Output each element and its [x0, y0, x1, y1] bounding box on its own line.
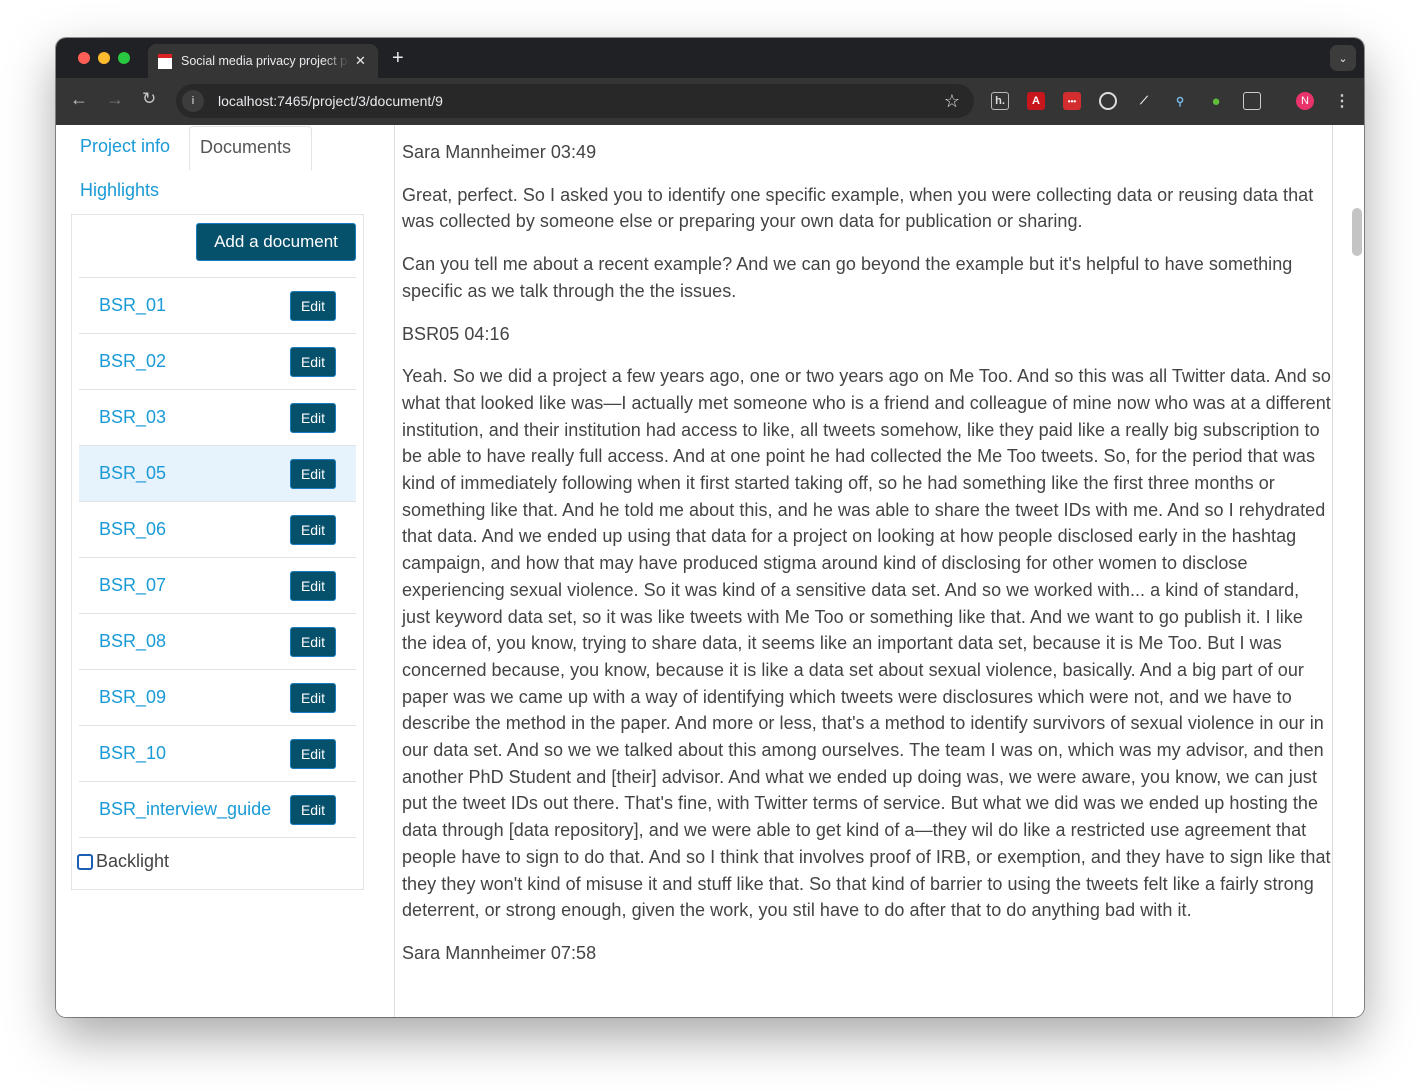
- tab-project-info[interactable]: Project info: [80, 136, 170, 157]
- bookmark-star-icon[interactable]: ☆: [944, 91, 960, 112]
- new-tab-icon[interactable]: +: [392, 47, 404, 70]
- back-icon[interactable]: ←: [70, 89, 88, 110]
- maximize-window-button[interactable]: [118, 52, 130, 64]
- document-transcript: Sara Mannheimer 03:49 Great, perfect. So…: [401, 125, 1333, 1017]
- document-link[interactable]: BSR_05: [99, 463, 290, 484]
- add-document-button[interactable]: Add a document: [196, 223, 356, 261]
- document-list-item[interactable]: BSR_01 Edit: [79, 277, 356, 333]
- edit-document-button[interactable]: Edit: [290, 682, 336, 713]
- acrobat-extension-icon[interactable]: A: [1027, 92, 1045, 110]
- document-link[interactable]: BSR_02: [99, 351, 290, 372]
- address-bar[interactable]: i localhost:7465/project/3/document/9 ☆: [176, 84, 974, 118]
- reload-icon[interactable]: ↻: [142, 89, 156, 109]
- tab-documents[interactable]: Documents: [189, 126, 312, 170]
- tab-bar: Social media privacy project page ✕ + ⌄: [56, 38, 1364, 78]
- edit-document-button[interactable]: Edit: [290, 514, 336, 545]
- document-link[interactable]: BSR_03: [99, 407, 290, 428]
- document-link[interactable]: BSR_07: [99, 575, 290, 596]
- document-list-item[interactable]: BSR_03 Edit: [79, 389, 356, 445]
- edit-document-button[interactable]: Edit: [290, 738, 336, 769]
- close-tab-icon[interactable]: ✕: [355, 53, 366, 69]
- site-info-icon[interactable]: i: [182, 90, 204, 112]
- document-list-item[interactable]: BSR_interview_guide Edit: [79, 781, 356, 837]
- speaker-timestamp: Sara Mannheimer 03:49: [402, 142, 597, 162]
- document-link[interactable]: BSR_01: [99, 295, 290, 316]
- document-list-item[interactable]: BSR_08 Edit: [79, 613, 356, 669]
- forward-icon[interactable]: →: [106, 89, 124, 110]
- drop-extension-icon[interactable]: ●: [1207, 92, 1225, 110]
- list-divider: [79, 837, 356, 838]
- edit-document-button[interactable]: Edit: [290, 458, 336, 489]
- search-extension-icon[interactable]: ⚲: [1171, 92, 1189, 110]
- lastpass-extension-icon[interactable]: •••: [1063, 92, 1081, 110]
- document-list-item[interactable]: BSR_06 Edit: [79, 501, 356, 557]
- edit-document-button[interactable]: Edit: [290, 570, 336, 601]
- edit-document-button[interactable]: Edit: [290, 794, 336, 825]
- profile-avatar[interactable]: N: [1296, 92, 1314, 110]
- transcript-paragraph: Great, perfect. So I asked you to identi…: [402, 184, 1314, 232]
- edit-document-button[interactable]: Edit: [290, 626, 336, 657]
- page-content: Project info Documents Highlights Add a …: [56, 125, 1364, 1017]
- url-text[interactable]: localhost:7465/project/3/document/9: [218, 93, 443, 109]
- document-link[interactable]: BSR_06: [99, 519, 290, 540]
- scrollbar-thumb[interactable]: [1352, 208, 1362, 256]
- backlight-toggle[interactable]: Backlight: [77, 851, 169, 872]
- document-link[interactable]: BSR_interview_guide: [99, 799, 290, 820]
- favicon-icon: [158, 53, 172, 69]
- privacy-extension-icon[interactable]: [1099, 92, 1117, 110]
- hypothesis-extension-icon[interactable]: h.: [991, 92, 1009, 110]
- edit-document-button[interactable]: Edit: [290, 402, 336, 433]
- close-window-button[interactable]: [78, 52, 90, 64]
- transcript-paragraph: Can you tell me about a recent example? …: [402, 254, 1293, 301]
- document-list-item[interactable]: BSR_02 Edit: [79, 333, 356, 389]
- document-list-item[interactable]: BSR_09 Edit: [79, 669, 356, 725]
- backlight-label: Backlight: [96, 851, 170, 871]
- sidebar: Project info Documents Highlights Add a …: [56, 125, 395, 1017]
- tab-highlights[interactable]: Highlights: [80, 180, 159, 201]
- broom-extension-icon[interactable]: ⟋: [1135, 92, 1153, 110]
- tab-title: Social media privacy project page: [181, 54, 349, 68]
- speaker-timestamp: BSR05 04:16: [402, 323, 510, 344]
- document-list-item[interactable]: BSR_05 Edit: [79, 445, 356, 501]
- edit-document-button[interactable]: Edit: [290, 290, 336, 321]
- transcript-paragraph: Yeah. So we did a project a few years ag…: [402, 366, 1331, 921]
- speaker-timestamp: Sara Mannheimer 07:58: [402, 942, 597, 963]
- browser-toolbar: ← → ↻ i localhost:7465/project/3/documen…: [56, 78, 1364, 125]
- browser-tab[interactable]: Social media privacy project page ✕: [148, 44, 378, 78]
- document-list-item[interactable]: BSR_10 Edit: [79, 725, 356, 781]
- document-link[interactable]: BSR_09: [99, 687, 290, 708]
- tab-search-chevron-icon[interactable]: ⌄: [1330, 45, 1356, 71]
- browser-window: Social media privacy project page ✕ + ⌄ …: [56, 38, 1364, 1017]
- documents-panel: Add a document BSR_01 Edit BSR_02 Edit BSR_0…: [71, 214, 364, 890]
- backlight-checkbox[interactable]: [77, 853, 93, 870]
- document-link[interactable]: BSR_08: [99, 631, 290, 652]
- browser-menu-icon[interactable]: ⋮: [1333, 92, 1351, 110]
- minimize-window-button[interactable]: [98, 52, 110, 64]
- edit-document-button[interactable]: Edit: [290, 346, 336, 377]
- extensions-puzzle-icon[interactable]: [1243, 92, 1261, 110]
- document-list-item[interactable]: BSR_07 Edit: [79, 557, 356, 613]
- document-link[interactable]: BSR_10: [99, 743, 290, 764]
